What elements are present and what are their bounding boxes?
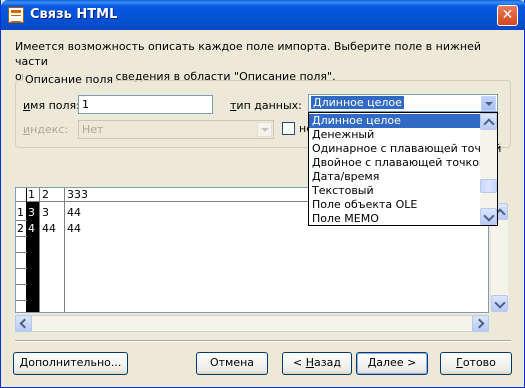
dropdown-option[interactable]: Одинарное с плавающей точкой (309, 142, 501, 156)
data-type-dropdown-list: Длинное целое Денежный Одинарное с плава… (308, 112, 501, 226)
index-label: индекс: (23, 123, 69, 136)
row-divider (16, 284, 27, 285)
grid-cell[interactable]: 44 (42, 222, 56, 236)
title-bar[interactable]: Связь HTML ✕ (1, 0, 525, 30)
column-divider (39, 188, 40, 312)
chevron-up-icon (483, 118, 495, 130)
grid-horizontal-scrollbar[interactable] (15, 315, 489, 332)
group-title: Описание поля (23, 73, 115, 86)
field-name-input[interactable]: 1 (78, 95, 213, 114)
grid-cell[interactable]: 44 (67, 222, 81, 236)
chevron-down-icon (494, 297, 506, 309)
grid-cell[interactable]: 4 (28, 222, 35, 236)
chevron-left-icon (19, 318, 30, 329)
dropdown-option[interactable]: Текстовый (309, 184, 480, 198)
cancel-button[interactable]: Отмена (196, 352, 268, 375)
row-divider (16, 300, 27, 301)
grid-cell[interactable]: 44 (67, 206, 81, 220)
field-name-label: имя поля: (23, 99, 80, 112)
data-type-combo[interactable]: Длинное целое (308, 94, 498, 112)
form-icon (8, 7, 24, 23)
scroll-down-button[interactable] (491, 295, 508, 312)
grid-cell[interactable]: 3 (28, 206, 35, 220)
advanced-button[interactable]: Дополнительно... (13, 352, 128, 375)
row-number: 2 (17, 222, 24, 235)
row-number: 1 (17, 206, 24, 219)
scroll-thumb[interactable] (480, 179, 497, 193)
scroll-left-button[interactable] (15, 315, 32, 332)
row-divider (16, 252, 27, 253)
chevron-down-icon (485, 102, 493, 106)
data-type-label: тип данных: (230, 99, 302, 112)
dropdown-option[interactable]: Дата/время (309, 170, 480, 184)
column-header[interactable]: 2 (42, 188, 49, 202)
window-title: Связь HTML (30, 7, 118, 22)
column-header[interactable]: 1 (28, 188, 35, 202)
dropdown-option[interactable]: Поле MEMO (309, 212, 480, 226)
column-divider (64, 188, 65, 312)
dropdown-option[interactable]: Двойное с плавающей точкой (309, 156, 486, 170)
row-divider (16, 268, 27, 269)
row-divider (16, 220, 27, 221)
scroll-up-button[interactable] (480, 113, 497, 130)
close-button[interactable]: ✕ (497, 5, 518, 26)
row-number-divider (26, 188, 27, 312)
dropdown-option[interactable]: Денежный (309, 128, 480, 142)
scroll-down-button[interactable] (480, 208, 497, 225)
dialog-window: Связь HTML ✕ Имеется возможность описать… (0, 0, 525, 388)
data-type-value: Длинное целое (311, 96, 404, 109)
chevron-right-icon (474, 318, 485, 329)
finish-button[interactable]: Готово (440, 352, 512, 375)
dropdown-option[interactable]: Поле объекта OLE (309, 198, 480, 212)
skip-field-checkbox[interactable] (282, 122, 295, 135)
column-header[interactable]: 333 (67, 188, 88, 202)
data-type-dropdown-button[interactable] (481, 96, 496, 111)
divider (15, 340, 511, 342)
chevron-down-icon (261, 128, 269, 132)
close-icon: ✕ (501, 7, 514, 23)
dropdown-scrollbar[interactable] (480, 113, 497, 225)
index-dropdown-button[interactable] (257, 122, 272, 137)
dropdown-option[interactable]: Длинное целое (309, 114, 480, 128)
chevron-down-icon (483, 210, 495, 222)
next-button[interactable]: Далее > (356, 352, 428, 375)
grid-cell[interactable]: 3 (42, 206, 49, 220)
index-combo[interactable]: Нет (78, 120, 274, 139)
row-divider (16, 236, 27, 237)
index-value: Нет (82, 123, 104, 136)
scroll-right-button[interactable] (472, 315, 489, 332)
back-button[interactable]: < Назад (282, 352, 352, 375)
